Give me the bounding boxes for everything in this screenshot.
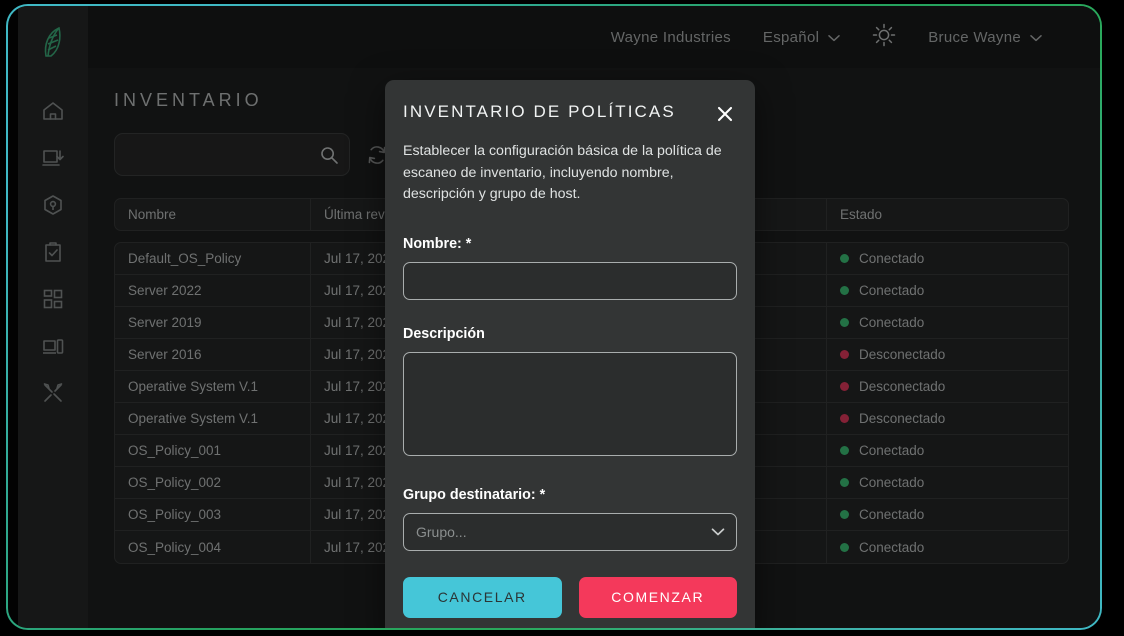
app-window-frame: Wayne Industries Español Bruce Wayne INV…: [6, 4, 1102, 630]
close-icon[interactable]: [707, 102, 737, 126]
name-field-label: Nombre: *: [403, 235, 472, 252]
inventory-policy-modal: INVENTARIO DE POLÍTICAS Establecer la co…: [385, 80, 755, 628]
cancel-button[interactable]: CANCELAR: [403, 576, 562, 618]
modal-header: INVENTARIO DE POLÍTICAS: [403, 102, 737, 126]
name-input[interactable]: [403, 261, 737, 300]
group-field-label: Grupo destinatario: *: [403, 486, 546, 503]
group-select[interactable]: Grupo...: [403, 512, 737, 551]
description-textarea[interactable]: [403, 351, 737, 456]
description-field-label: Descripción: [403, 325, 485, 342]
start-button[interactable]: COMENZAR: [578, 576, 737, 618]
modal-title: INVENTARIO DE POLÍTICAS: [403, 102, 676, 121]
modal-actions: CANCELAR COMENZAR: [403, 576, 737, 618]
modal-description: Establecer la configuración básica de la…: [403, 143, 722, 203]
group-select-wrapper: Grupo...: [403, 512, 737, 551]
